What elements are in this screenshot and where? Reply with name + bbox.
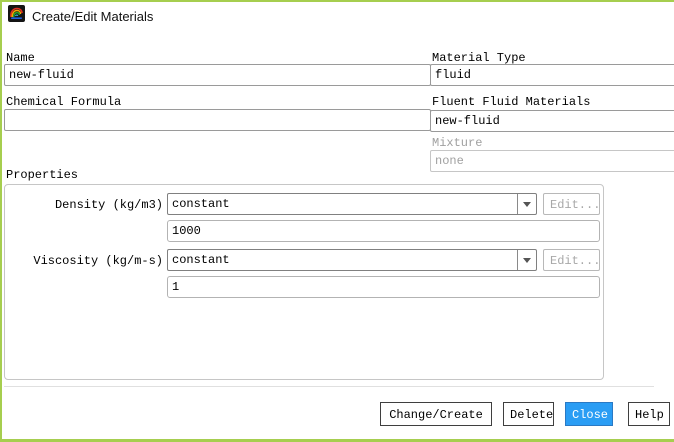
density-value-input[interactable] (167, 220, 600, 242)
window-title: Create/Edit Materials (32, 9, 154, 24)
mixture-field: none (430, 150, 674, 172)
fluent-fluid-materials-label: Fluent Fluid Materials (432, 95, 591, 109)
name-input[interactable] (4, 64, 431, 86)
chevron-down-icon (523, 201, 531, 207)
bottom-separator (4, 386, 654, 387)
viscosity-dropdown-arrow-button[interactable] (517, 250, 536, 270)
viscosity-method-dropdown[interactable]: constant (167, 249, 537, 271)
fluent-fluid-materials-field[interactable]: new-fluid (430, 110, 674, 132)
mixture-label: Mixture (432, 136, 483, 150)
material-type-label: Material Type (432, 51, 526, 65)
window-frame-left (0, 0, 2, 442)
title-bar[interactable]: Create/Edit Materials (2, 2, 674, 33)
fluent-logo-icon (8, 5, 25, 22)
density-label: Density (kg/m3) (54, 198, 163, 212)
density-method-value: constant (172, 197, 230, 211)
chevron-down-icon (523, 257, 531, 263)
delete-button[interactable]: Delete (503, 402, 554, 426)
change-create-button[interactable]: Change/Create (380, 402, 492, 426)
close-button[interactable]: Close (565, 402, 613, 426)
chemical-formula-label: Chemical Formula (6, 95, 122, 109)
density-edit-button[interactable]: Edit... (543, 193, 600, 215)
viscosity-method-value: constant (172, 253, 230, 267)
density-method-dropdown[interactable]: constant (167, 193, 537, 215)
viscosity-value-input[interactable] (167, 276, 600, 298)
material-type-field[interactable]: fluid (430, 64, 674, 86)
help-button[interactable]: Help (628, 402, 670, 426)
name-label: Name (6, 51, 35, 65)
viscosity-label: Viscosity (kg/m-s) (33, 254, 163, 268)
create-edit-materials-dialog: Create/Edit Materials Name Chemical Form… (0, 0, 674, 442)
viscosity-edit-button[interactable]: Edit... (543, 249, 600, 271)
properties-label: Properties (6, 168, 79, 182)
chemical-formula-input[interactable] (4, 109, 431, 131)
density-dropdown-arrow-button[interactable] (517, 194, 536, 214)
